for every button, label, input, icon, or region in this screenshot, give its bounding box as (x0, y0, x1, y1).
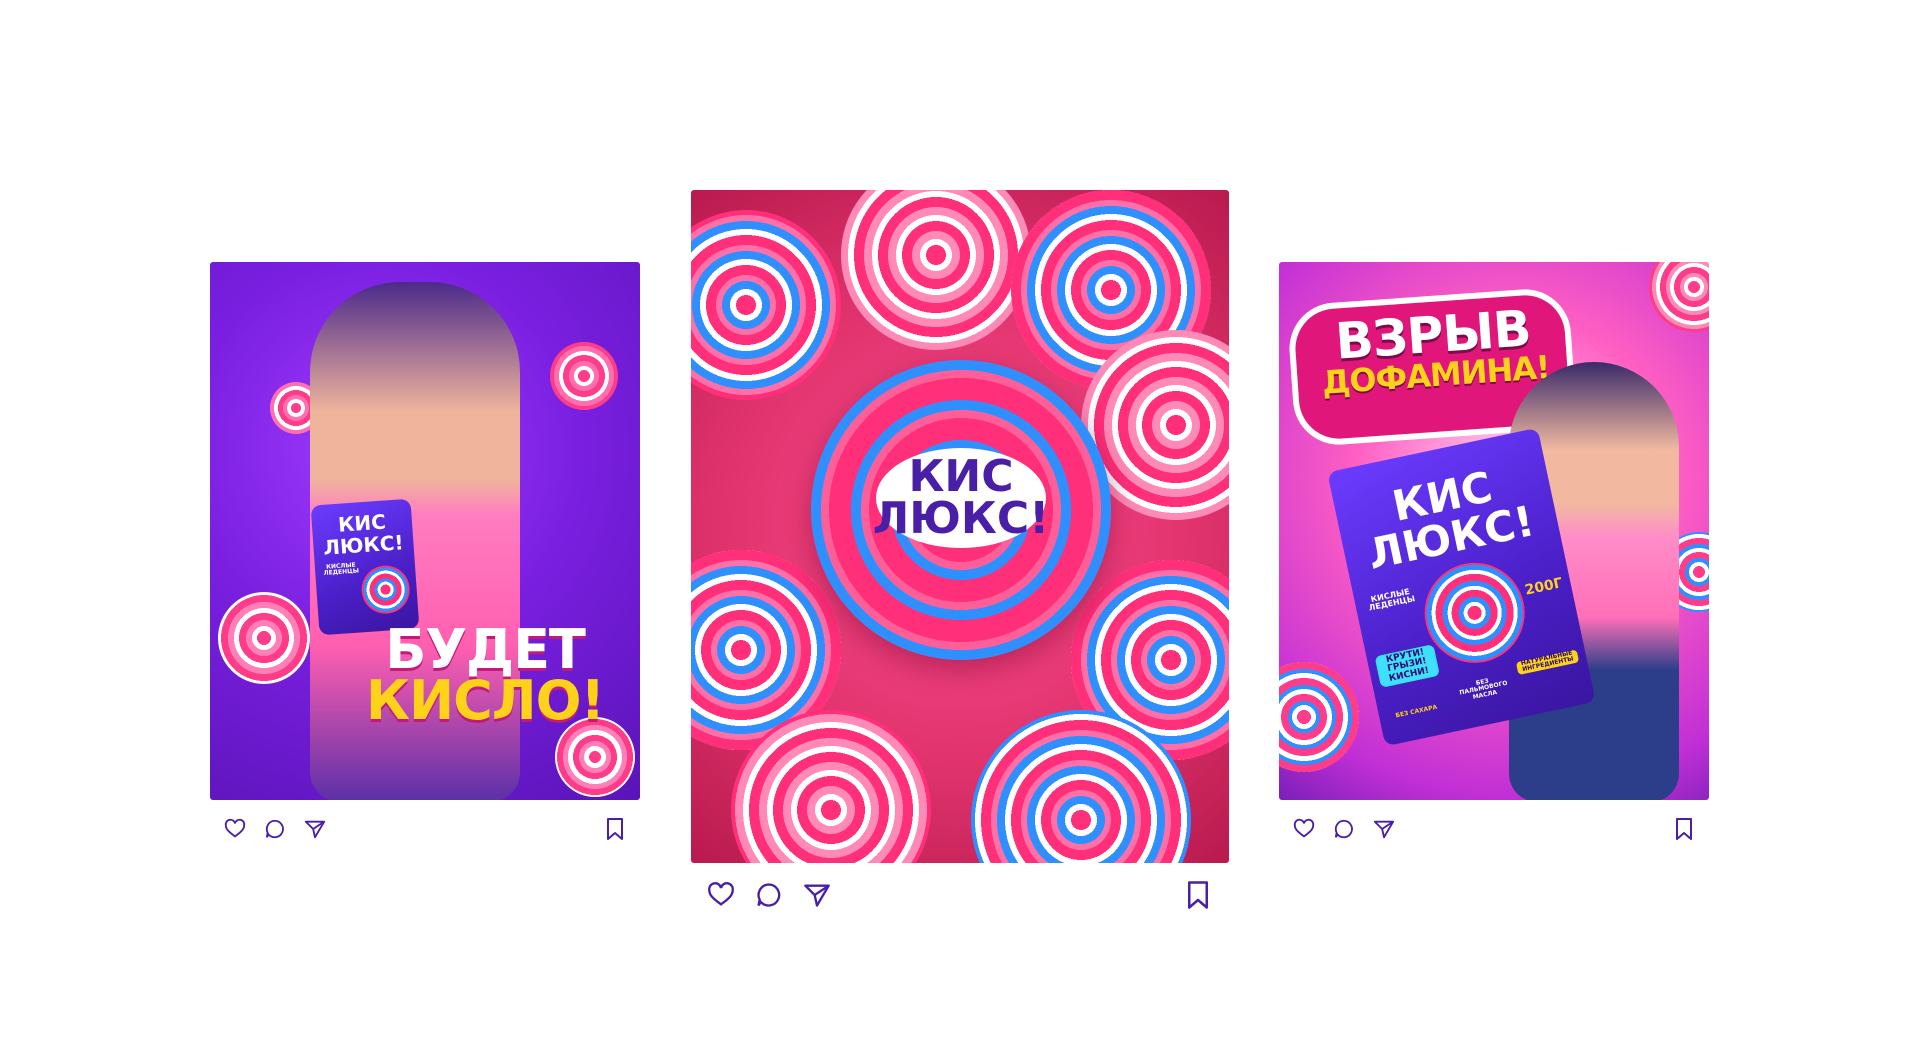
candy-pack: КИС ЛЮКС! КИСЛЫЕ ЛЕДЕНЦЫ (310, 498, 420, 636)
headline: БУДЕТ КИСЛО! (340, 618, 630, 733)
pack-subtitle: КИСЛЫЕ ЛЕДЕНЦЫ (323, 561, 360, 578)
headline: ВЗРЫВ ДОФАМИНА! (1297, 299, 1572, 401)
bookmark-icon[interactable] (1674, 817, 1694, 841)
post-3-image[interactable]: ВЗРЫВ ДОФАМИНА! КИС ЛЮКС! КИСЛЫЕ ЛЕДЕНЦЫ… (1279, 262, 1709, 800)
pack-brand-line2: ЛЮКС! (322, 530, 405, 560)
logo-line2: ЛЮКС! (872, 493, 1050, 544)
pack-subtitle: КИСЛЫЕ ЛЕДЕНЦЫ (1367, 586, 1416, 614)
post-2-actions (691, 873, 1229, 913)
heart-icon[interactable] (224, 818, 246, 840)
feature-no-sugar: БЕЗ САХАРА (1394, 703, 1438, 720)
pack-swirl (360, 564, 412, 616)
post-1-image[interactable]: КИС ЛЮКС! КИСЛЫЕ ЛЕДЕНЦЫ БУДЕТ КИСЛО! (210, 262, 640, 800)
logo-line1: КИС (908, 451, 1014, 502)
feature-no-palm-oil: БЕЗ ПАЛЬМОВОГО МАСЛА (1458, 677, 1509, 701)
bookmark-icon[interactable] (605, 817, 625, 841)
post-1-actions (210, 810, 640, 844)
feature-natural: НАТУРАЛЬНЫЕ ИНГРЕДИЕНТЫ (1515, 649, 1580, 675)
headline-line1: БУДЕТ (385, 618, 586, 681)
share-icon[interactable] (304, 818, 326, 840)
bookmark-icon[interactable] (1185, 880, 1211, 910)
comment-icon[interactable] (1333, 818, 1355, 840)
pack-badge: КРУТИ! ГРЫЗИ! КИСНИ! (1374, 644, 1440, 689)
comment-icon[interactable] (755, 881, 783, 909)
pack-weight: 200Г (1523, 575, 1565, 599)
heart-icon[interactable] (707, 881, 735, 909)
lollipop-swirl (550, 342, 618, 410)
post-2-image[interactable]: КИС ЛЮКС! (691, 190, 1229, 863)
lollipop-swirl (218, 592, 310, 684)
share-icon[interactable] (1373, 818, 1395, 840)
headline-line2: КИСЛО! (365, 669, 605, 733)
candy-swirl (691, 210, 841, 400)
post-3-actions (1279, 810, 1709, 844)
heart-icon[interactable] (1293, 818, 1315, 840)
share-icon[interactable] (803, 881, 831, 909)
comment-icon[interactable] (264, 818, 286, 840)
lollipop-swirl (1649, 262, 1709, 332)
candy-swirl (841, 190, 1031, 350)
lollipop-swirl (1279, 662, 1359, 772)
